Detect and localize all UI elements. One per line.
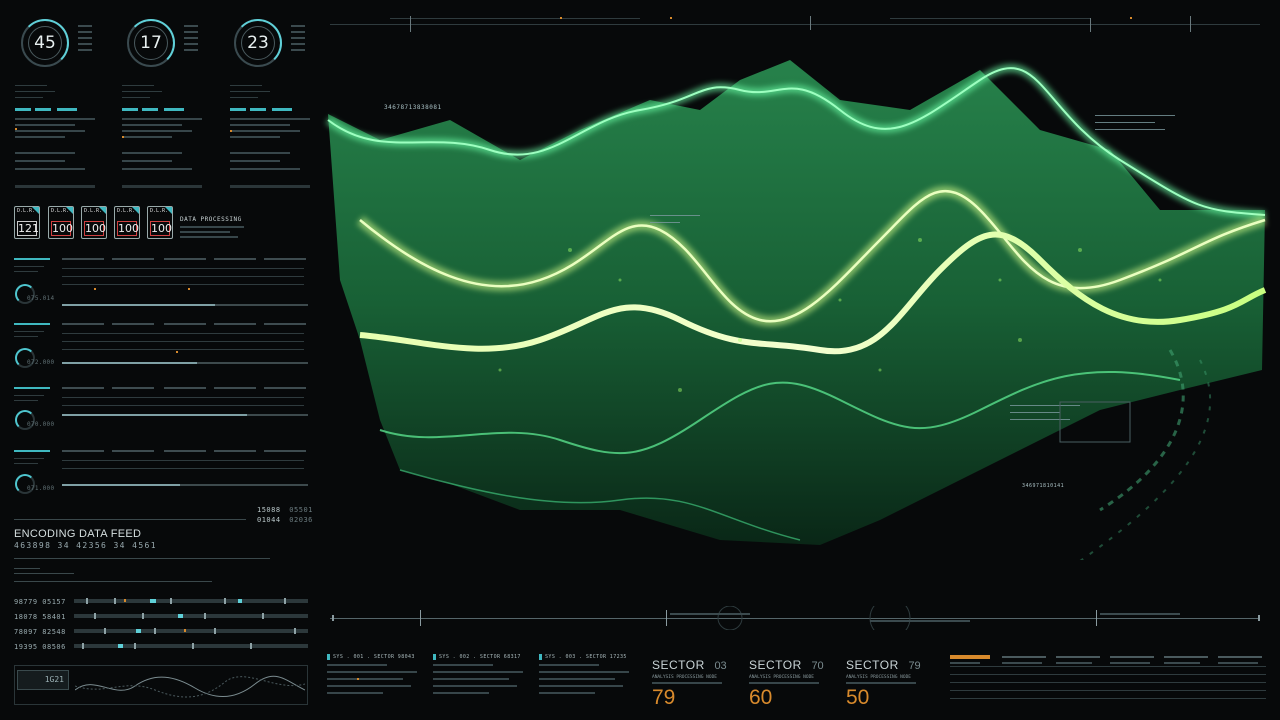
readout-divider: [14, 519, 246, 520]
gauge-label-3: 070.000: [27, 421, 55, 428]
encoding-values: 463898 34 42356 34 4561: [14, 541, 157, 550]
module-head: D.L.R.: [17, 208, 36, 214]
gauge-track-3: [62, 414, 308, 416]
processing-module-5: D.L.R. 100: [147, 206, 173, 239]
gauge-row-header: [14, 258, 306, 290]
encoding-row-4: 19395 08506: [14, 643, 66, 651]
gauge-fill-1: [62, 304, 215, 306]
sector-value: 60: [749, 686, 773, 709]
waveform-panel: 1G21: [14, 665, 308, 705]
system-block-1: SYS . 001 . SECTOR 98043: [327, 654, 423, 704]
module-head: D.L.R.: [150, 208, 169, 214]
system-label: SYS . 001 . SECTOR 98043: [327, 654, 423, 660]
visual-id-label-2: 346971810141: [1022, 483, 1065, 489]
processing-module-2: D.L.R. 100: [48, 206, 74, 239]
gauge-fill-4: [62, 484, 181, 486]
gauge-label-1: 075.014: [27, 295, 55, 302]
processing-module-3: D.L.R. 100: [81, 206, 107, 239]
bottom-right-grid: [950, 655, 1266, 699]
footer-code-box: 1G21: [17, 670, 69, 690]
encoding-row-3: 78097 82548: [14, 628, 66, 636]
waveform-graph: [75, 675, 305, 698]
gauge-track-1: [62, 304, 308, 306]
module-value: 100: [150, 221, 172, 236]
footer-code: 1G21: [44, 675, 64, 684]
status-text-columns: [15, 25, 310, 188]
top-ruler: [330, 16, 1260, 32]
sector-label: SECTOR: [749, 658, 802, 672]
sector-code: 70: [811, 660, 824, 672]
module-value: 100: [84, 221, 106, 236]
sector-value: 50: [846, 686, 870, 709]
readout-row-2: 01044 02036: [257, 516, 313, 524]
readout-value: 02036: [289, 516, 313, 524]
system-lines: [539, 664, 629, 694]
system-block-3: SYS . 003 . SECTOR 17235: [539, 654, 635, 704]
system-block-2: SYS . 002 . SECTOR 68317: [433, 654, 529, 704]
encoding-lines: [14, 558, 270, 582]
gauge-label-2: 072.000: [27, 359, 55, 366]
processing-module-1: D.L.R. 121: [14, 206, 40, 239]
gauge-track-2: [62, 362, 308, 364]
encoding-title: ENCODING DATA FEED: [14, 528, 142, 540]
gauge-row-header: [14, 387, 306, 406]
gauge-fill-2: [62, 362, 198, 364]
gauge-label-4: 071.000: [27, 485, 55, 492]
readout-value: 01044: [257, 516, 281, 524]
timeline-ruler: [330, 606, 1260, 630]
encoding-row-2: 18078 58401: [14, 613, 66, 621]
visual-id-label: 34678713838081: [384, 104, 442, 111]
module-head: D.L.R.: [117, 208, 136, 214]
sector-code: 79: [908, 660, 921, 672]
encoding-signal-bars: [74, 598, 308, 649]
processing-module-4: D.L.R. 100: [114, 206, 140, 239]
sector-value: 79: [652, 686, 676, 709]
sector-panel-1: SECTOR 03 ANALYSIS PROCESSING NODE 79: [652, 654, 742, 710]
readout-value: 05501: [289, 506, 313, 514]
system-lines: [327, 664, 417, 694]
module-value: 121: [17, 221, 39, 236]
module-value: 100: [51, 221, 73, 236]
sector-panel-2: SECTOR 70 ANALYSIS PROCESSING NODE 60: [749, 654, 839, 710]
sector-code: 03: [714, 660, 727, 672]
module-head: D.L.R.: [51, 208, 70, 214]
module-head: D.L.R.: [84, 208, 103, 214]
processing-label: DATA PROCESSING: [180, 216, 242, 223]
module-value: 100: [117, 221, 139, 236]
sector-label: SECTOR: [846, 658, 899, 672]
system-label: SYS . 003 . SECTOR 17235: [539, 654, 635, 660]
readout-value: 15088: [257, 506, 281, 514]
sector-panel-3: SECTOR 79 ANALYSIS PROCESSING NODE 50: [846, 654, 936, 710]
gauge-track-4: [62, 484, 308, 486]
terrain-visualization: [325, 60, 1267, 560]
sector-label: SECTOR: [652, 658, 705, 672]
system-label: SYS . 002 . SECTOR 68317: [433, 654, 529, 660]
gauge-row-header: [14, 323, 306, 353]
processing-text-lines: [180, 226, 244, 238]
gauge-fill-3: [62, 414, 247, 416]
readout-row-1: 15088 05501: [257, 506, 313, 514]
encoding-row-1: 98779 05157: [14, 598, 66, 606]
terrain-body: [328, 60, 1265, 545]
system-lines: [433, 664, 523, 694]
